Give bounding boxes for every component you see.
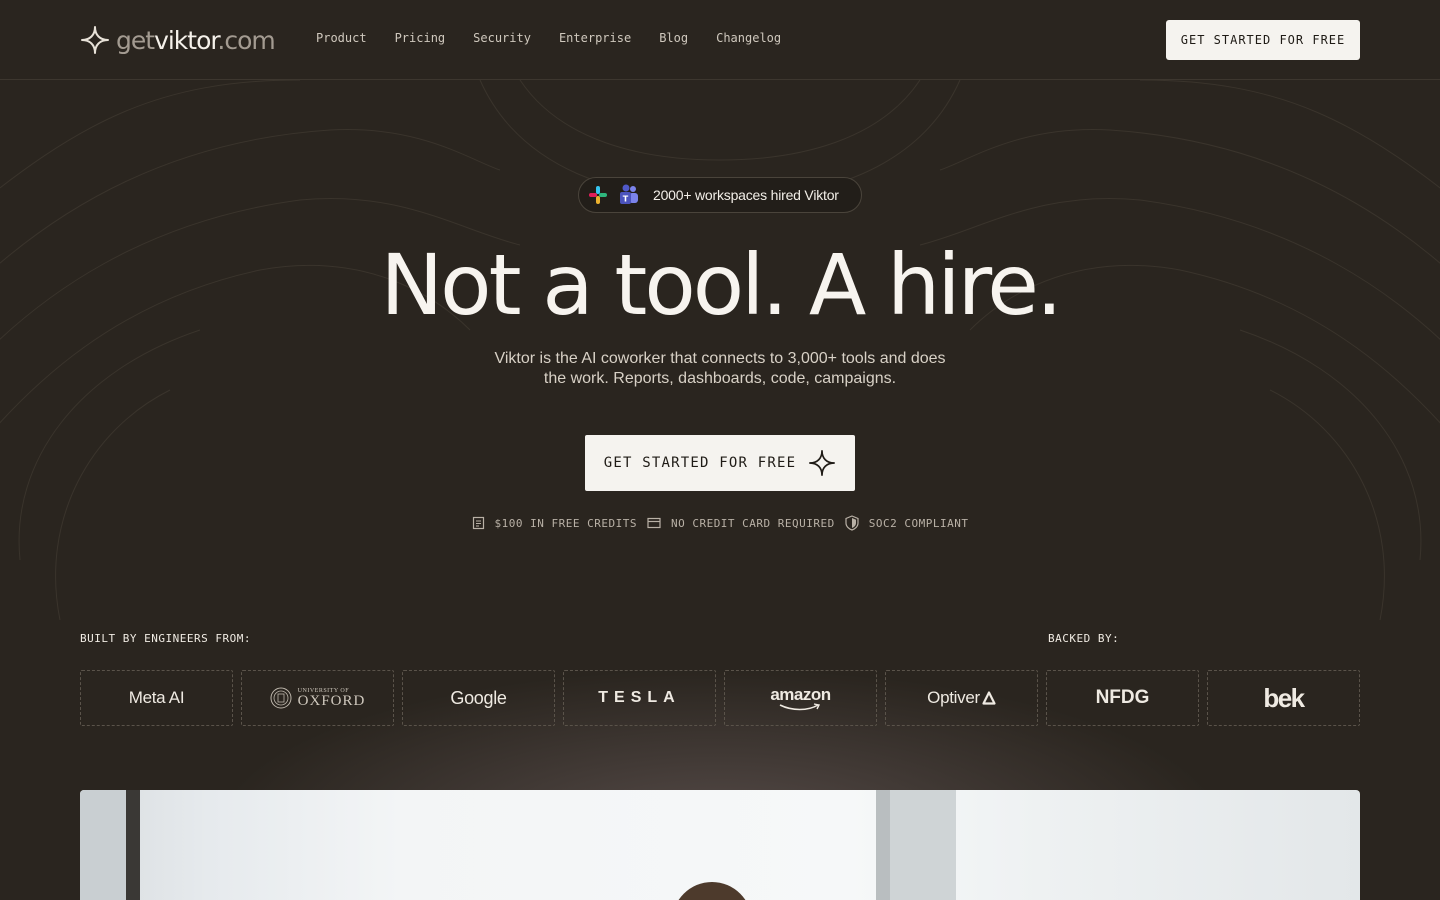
logo-tesla: TESLA xyxy=(563,670,716,726)
photo-window-frame-left xyxy=(126,790,140,900)
photo-window-frame-right xyxy=(876,790,890,900)
workspaces-badge-text: 2000+ workspaces hired Viktor xyxy=(653,187,839,203)
built-by-label: BUILT BY ENGINEERS FROM: xyxy=(80,632,251,645)
hero-subtitle: Viktor is the AI coworker that connects … xyxy=(480,349,960,389)
svg-text:T: T xyxy=(623,195,629,204)
logo-nfdg: NFDG xyxy=(1046,670,1199,726)
backed-by-label: BACKED BY: xyxy=(1048,632,1120,645)
hero-title: Not a tool. A hire. xyxy=(380,236,1062,334)
nav-link-security[interactable]: Security xyxy=(473,31,531,45)
slack-icon xyxy=(589,186,607,204)
amazon-smile-icon xyxy=(780,702,821,710)
hero-subtitle-line-2: the work. Reports, dashboards, code, cam… xyxy=(543,370,897,387)
credit-card-icon xyxy=(647,517,661,529)
nav-link-blog[interactable]: Blog xyxy=(659,31,688,45)
nav-link-changelog[interactable]: Changelog xyxy=(716,31,781,45)
shield-icon xyxy=(845,515,859,531)
receipt-icon xyxy=(472,516,484,530)
nav-links: Product Pricing Security Enterprise Blog… xyxy=(316,31,781,45)
logo-meta-ai: Meta AI xyxy=(80,670,233,726)
viktor-sparkle-icon xyxy=(809,450,836,476)
top-navigation: getviktor.com Product Pricing Security E… xyxy=(0,0,1440,80)
hero-features: $100 IN FREE CREDITS NO CREDIT CARD REQU… xyxy=(0,515,1440,531)
company-logo-row: Meta AI UNIVERSITY OF OXFORD Google TESL… xyxy=(80,670,1360,726)
logo-amazon: amazon xyxy=(724,670,877,726)
oxford-big-text: OXFORD xyxy=(297,692,366,709)
photo-person-head xyxy=(672,882,752,900)
site-logo[interactable]: getviktor.com xyxy=(80,22,276,58)
feature-no-credit-card: NO CREDIT CARD REQUIRED xyxy=(647,517,835,530)
hero-subtitle-line-1: Viktor is the AI coworker that connects … xyxy=(494,350,946,367)
workspaces-badge: T 2000+ workspaces hired Viktor xyxy=(578,177,862,213)
logo-google: Google xyxy=(402,670,555,726)
logo-optiver: Optiver xyxy=(885,670,1038,726)
feature-free-credits-text: $100 IN FREE CREDITS xyxy=(494,516,637,530)
oxford-crest-icon xyxy=(270,687,292,709)
photo-wall-right xyxy=(890,790,956,900)
nav-link-pricing[interactable]: Pricing xyxy=(395,31,446,45)
nav-link-enterprise[interactable]: Enterprise xyxy=(559,31,631,45)
feature-soc2: SOC2 COMPLIANT xyxy=(845,515,969,531)
feature-soc2-text: SOC2 COMPLIANT xyxy=(868,516,969,530)
nav-get-started-button[interactable]: GET STARTED FOR FREE xyxy=(1166,20,1360,60)
nav-link-product[interactable]: Product xyxy=(316,31,367,45)
hero-get-started-button[interactable]: GET STARTED FOR FREE xyxy=(585,435,855,491)
optiver-delta-icon xyxy=(982,691,996,705)
viktor-logo-icon xyxy=(81,26,109,54)
logo-bek: bek xyxy=(1207,670,1360,726)
feature-free-credits: $100 IN FREE CREDITS xyxy=(472,516,637,530)
photo-wall-left xyxy=(80,790,126,900)
teams-icon: T xyxy=(620,184,638,204)
hero-cta-label: GET STARTED FOR FREE xyxy=(603,455,797,471)
feature-no-credit-card-text: NO CREDIT CARD REQUIRED xyxy=(670,516,835,530)
logo-oxford: UNIVERSITY OF OXFORD xyxy=(241,670,394,726)
hero-photo xyxy=(80,790,1360,900)
logo-wordmark: getviktor.com xyxy=(116,25,276,55)
